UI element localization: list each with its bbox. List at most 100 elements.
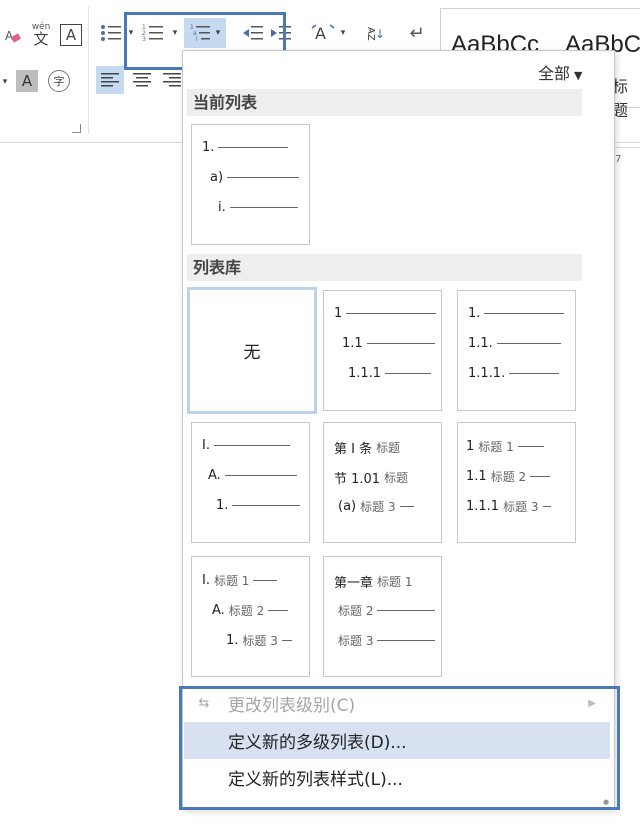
sort-icon: AZ [364, 27, 376, 41]
list-line: a) [210, 170, 300, 185]
resize-grip-icon[interactable]: ● [603, 798, 609, 806]
list-line: 1.1 [342, 336, 435, 351]
ruler-mark: 7 [615, 154, 622, 165]
list-line-rule [281, 640, 292, 641]
enclose-characters-button[interactable]: 字 [48, 70, 70, 92]
show-marks-button[interactable]: ↵ [404, 20, 430, 46]
list-level-icon: ⇆ [198, 696, 210, 711]
current-list-header: 当前列表 [187, 89, 582, 116]
list-line: 第 I 条标题 [334, 438, 404, 457]
list-line-rule [213, 445, 290, 446]
list-line-heading: 标题 2 [228, 604, 265, 618]
list-library-item[interactable]: 第 I 条标题 节 1.01 标题 (a) 标题 3 [323, 422, 442, 543]
ribbon-separator [88, 6, 89, 134]
list-line-heading: 标题 3 [242, 634, 278, 648]
list-line-heading: 标题 2 [490, 470, 527, 484]
font-box-char: A [65, 26, 77, 44]
character-border-button[interactable]: A [60, 24, 82, 46]
svg-text:A: A [315, 24, 326, 43]
list-library-item[interactable]: I. 标题 1 A. 标题 2 1. 标题 3 [191, 556, 310, 677]
sort-arrow-icon: ↓ [374, 27, 386, 41]
list-line-number: 第 I 条 [334, 442, 373, 457]
character-shading-button[interactable]: A [16, 70, 38, 92]
quick-style-label[interactable]: 标题 [612, 73, 640, 121]
change-list-level-menu-item[interactable]: ⇆ 更改列表级别(C) ▶ [184, 685, 610, 722]
list-line-rule [268, 610, 289, 611]
define-new-list-style-label: 定义新的列表样式(L)... [228, 770, 403, 790]
list-line: 1. [216, 498, 301, 513]
list-line-heading: 标题 1 [377, 575, 413, 589]
dropdown-small-icon[interactable]: ▾ [0, 72, 10, 92]
list-line: 1.1.1 [348, 366, 432, 381]
list-line-number: 1 [466, 439, 475, 454]
asian-layout-dropdown[interactable]: ▾ [338, 26, 348, 40]
increase-indent-icon [271, 26, 291, 40]
list-line-number: 第一章 [334, 576, 374, 591]
list-line-rule [399, 506, 414, 507]
sort-button[interactable]: AZ ↓ [362, 20, 388, 48]
increase-indent-button[interactable] [268, 20, 294, 46]
svg-text:i: i [196, 36, 198, 43]
decrease-indent-button[interactable] [240, 20, 266, 46]
list-line-rule [377, 640, 436, 641]
align-left-icon [101, 73, 119, 87]
list-line-number: (a) [338, 499, 357, 514]
align-right-button[interactable] [160, 66, 184, 94]
list-line-number: 1.1 [342, 336, 363, 351]
list-line-number: I. [202, 573, 210, 588]
define-new-multilevel-list-menu-item[interactable]: 定义新的多级列表(D)... [184, 722, 610, 759]
list-line-heading: 标题 1 [213, 574, 250, 588]
list-line-number: 1. [468, 306, 481, 321]
list-line-rule [385, 373, 432, 374]
list-line-number: 1. [226, 633, 239, 648]
list-line: 1. 标题 3 [226, 632, 292, 649]
list-line: 1. [202, 140, 289, 155]
numbering-dropdown[interactable]: ▾ [170, 26, 180, 40]
align-center-button[interactable] [128, 66, 156, 94]
list-line: 1.1.1 标题 3 [466, 498, 551, 515]
list-library-item-none[interactable]: 无 [187, 287, 317, 414]
list-line-number: 1.1.1. [468, 366, 506, 381]
bullets-button[interactable] [98, 20, 124, 46]
list-library-item[interactable]: 第一章 标题 1 标题 2 标题 3 [323, 556, 442, 677]
define-new-multilevel-list-label: 定义新的多级列表(D)... [228, 733, 407, 753]
list-line-rule [496, 343, 561, 344]
list-line-rule [346, 313, 437, 314]
list-line-rule [218, 147, 289, 148]
circled-char: 字 [53, 75, 65, 88]
list-library-item[interactable]: I. A. 1. [191, 422, 310, 543]
list-line-number: a) [210, 170, 224, 185]
numbering-button[interactable]: 123 [140, 20, 168, 46]
list-line: 标题 2 [334, 602, 436, 619]
list-library-item[interactable]: 1. 1.1. 1.1.1. [457, 290, 576, 411]
phonetic-guide-button[interactable]: wén 文 [28, 20, 54, 50]
list-line-rule [224, 475, 297, 476]
bullets-dropdown[interactable]: ▾ [126, 26, 136, 40]
list-line-rule [366, 343, 435, 344]
list-library-item[interactable]: 1 1.1 1.1.1 [323, 290, 442, 411]
list-line-number: I. [202, 438, 210, 453]
list-line-rule [227, 177, 300, 178]
list-line: 节 1.01 标题 [334, 468, 412, 487]
list-line-rule [253, 580, 278, 581]
current-list-thumbnail[interactable]: 1. a) i. [191, 124, 310, 245]
list-line: I. [202, 438, 290, 453]
list-line-rule [229, 207, 298, 208]
list-library-item[interactable]: 1 标题 1 1.1 标题 2 1.1.1 标题 3 [457, 422, 576, 543]
clear-formatting-button[interactable]: A [2, 24, 24, 48]
list-line-rule [517, 446, 544, 447]
list-filter-dropdown[interactable]: 全部 ▼ [538, 60, 582, 84]
align-left-button[interactable] [96, 66, 124, 94]
font-dialog-launcher[interactable] [72, 124, 81, 133]
multilevel-list-button[interactable]: 1ai ▾ [184, 18, 226, 48]
asian-layout-button[interactable]: A [308, 20, 338, 46]
eraser-icon: A [5, 29, 21, 43]
list-line-number: 1.1.1 [348, 366, 382, 381]
list-line-heading: 标题 3 [503, 500, 539, 514]
none-label: 无 [243, 343, 261, 363]
list-line: 第一章 标题 1 [334, 572, 416, 591]
numbering-icon: 123 [142, 24, 163, 43]
list-line-number: 1.1. [468, 336, 493, 351]
define-new-list-style-menu-item[interactable]: 定义新的列表样式(L)... [184, 759, 610, 796]
list-line-heading: 标题 3 [338, 634, 374, 648]
